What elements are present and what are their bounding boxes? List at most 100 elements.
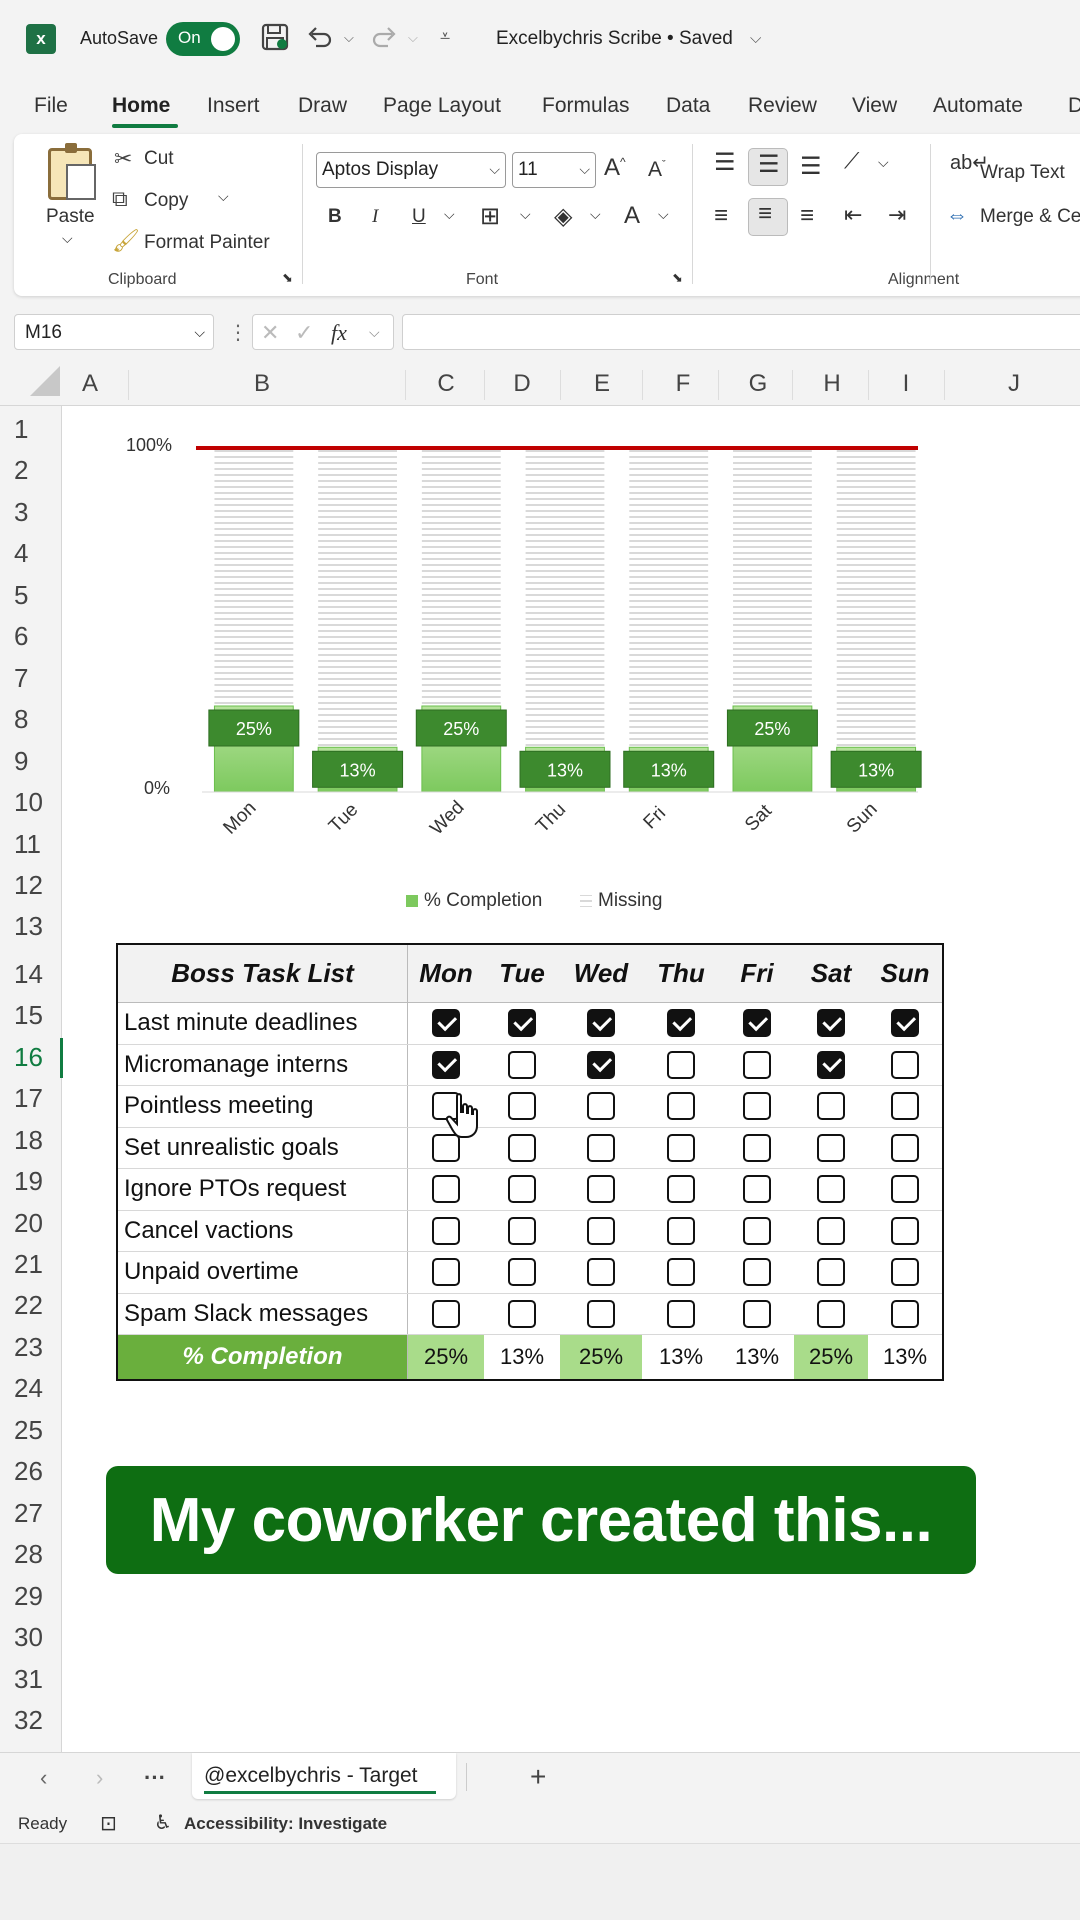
fill-color-chevron-down-icon[interactable]: ⌵ [590,206,601,223]
tab-page-layout[interactable]: Page Layout [383,94,501,118]
unchecked-checkbox[interactable] [891,1050,919,1079]
row-header[interactable]: 6 [0,621,62,652]
unchecked-checkbox[interactable] [432,1216,460,1245]
bold-icon[interactable]: B [328,206,342,228]
checked-checkbox[interactable] [667,1009,695,1038]
underline-chevron-down-icon[interactable]: ⌵ [444,206,455,223]
accessibility-status[interactable]: Accessibility: Investigate [184,1814,387,1834]
row-header[interactable]: 27 [0,1498,62,1529]
increase-indent-icon[interactable]: ⇥ [888,202,906,228]
column-header-j[interactable]: J [1002,370,1026,398]
next-sheet-icon[interactable]: › [96,1765,103,1791]
row-header[interactable]: 21 [0,1249,62,1280]
unchecked-checkbox[interactable] [667,1133,695,1162]
unchecked-checkbox[interactable] [891,1299,919,1328]
align-right-icon[interactable]: ≡ [800,202,814,230]
unchecked-checkbox[interactable] [743,1133,771,1162]
unchecked-checkbox[interactable] [587,1092,615,1121]
unchecked-checkbox[interactable] [508,1133,536,1162]
customize-toolbar-icon[interactable]: ⩡ [440,26,450,47]
column-header-f[interactable]: F [671,370,695,398]
row-header[interactable]: 28 [0,1539,62,1570]
row-header[interactable]: 23 [0,1332,62,1363]
accessibility-icon[interactable]: ♿ [154,1810,172,1835]
unchecked-checkbox[interactable] [743,1175,771,1204]
add-sheet-icon[interactable]: + [530,1761,546,1793]
unchecked-checkbox[interactable] [743,1050,771,1079]
italic-icon[interactable]: I [372,206,378,228]
align-left-icon[interactable]: ≡ [714,202,728,230]
row-header[interactable]: 25 [0,1415,62,1446]
checked-checkbox[interactable] [432,1050,460,1079]
decrease-indent-icon[interactable]: ⇤ [844,202,862,228]
undo-dropdown-chevron-icon[interactable]: ⌵ [344,30,354,46]
document-title[interactable]: Excelbychris Scribe • Saved [496,28,733,50]
unchecked-checkbox[interactable] [508,1050,536,1079]
tab-home[interactable]: Home [112,94,170,118]
unchecked-checkbox[interactable] [743,1258,771,1287]
row-header[interactable]: 18 [0,1125,62,1156]
tab-draw[interactable]: Draw [298,94,347,118]
title-chevron-down-icon[interactable]: ⌵ [750,30,761,47]
cancel-icon[interactable]: ✕ [261,320,279,346]
unchecked-checkbox[interactable] [667,1092,695,1121]
decrease-font-size-icon[interactable]: Aˇ [648,158,666,182]
column-header-g[interactable]: G [746,370,770,398]
column-header-c[interactable]: C [434,370,458,398]
row-header[interactable]: 5 [0,580,62,611]
row-header[interactable]: 12 [0,870,62,901]
row-header[interactable]: 10 [0,787,62,818]
column-header-b[interactable]: B [250,370,274,398]
unchecked-checkbox[interactable] [817,1092,845,1121]
align-bottom-icon[interactable]: ☰ [800,152,822,181]
row-header[interactable]: 19 [0,1166,62,1197]
unchecked-checkbox[interactable] [508,1175,536,1204]
select-all-corner[interactable] [30,366,60,396]
orientation-icon[interactable]: ⟋ [844,148,859,174]
unchecked-checkbox[interactable] [817,1258,845,1287]
tab-review[interactable]: Review [748,94,817,118]
row-header[interactable]: 9 [0,746,62,777]
unchecked-checkbox[interactable] [743,1216,771,1245]
unchecked-checkbox[interactable] [891,1133,919,1162]
unchecked-checkbox[interactable] [817,1299,845,1328]
tab-insert[interactable]: Insert [207,94,260,118]
unchecked-checkbox[interactable] [508,1299,536,1328]
checked-checkbox[interactable] [817,1050,845,1079]
tab-data[interactable]: Data [666,94,710,118]
unchecked-checkbox[interactable] [587,1133,615,1162]
column-header-a[interactable]: A [78,370,102,398]
unchecked-checkbox[interactable] [587,1175,615,1204]
row-header[interactable]: 29 [0,1581,62,1612]
row-header[interactable]: 4 [0,538,62,569]
column-header-e[interactable]: E [590,370,614,398]
macro-recording-icon[interactable]: ⊡ [100,1811,117,1836]
row-header[interactable]: 26 [0,1456,62,1487]
font-color-chevron-down-icon[interactable]: ⌵ [658,206,669,223]
more-options-icon[interactable]: ⋮ [228,320,248,345]
unchecked-checkbox[interactable] [432,1299,460,1328]
checked-checkbox[interactable] [432,1009,460,1038]
copy-chevron-down-icon[interactable]: ⌵ [218,188,229,205]
row-header[interactable]: 1 [0,414,62,445]
column-header-d[interactable]: D [510,370,534,398]
unchecked-checkbox[interactable] [667,1175,695,1204]
tab-overflow[interactable]: D [1068,94,1080,118]
autosave-toggle[interactable]: On [166,22,240,56]
borders-chevron-down-icon[interactable]: ⌵ [520,206,531,223]
row-header[interactable]: 13 [0,911,62,942]
unchecked-checkbox[interactable] [817,1175,845,1204]
row-header[interactable]: 32 [0,1705,62,1736]
row-header[interactable]: 16 [0,1042,62,1073]
paste-chevron-down-icon[interactable]: ⌵ [62,230,73,247]
row-header[interactable]: 31 [0,1664,62,1695]
row-header[interactable]: 8 [0,704,62,735]
unchecked-checkbox[interactable] [508,1216,536,1245]
row-header[interactable]: 7 [0,663,62,694]
clipboard-launcher-icon[interactable]: ⬊ [282,270,293,286]
font-name-dropdown[interactable]: Aptos Display ⌵ [316,152,506,188]
unchecked-checkbox[interactable] [432,1258,460,1287]
unchecked-checkbox[interactable] [667,1050,695,1079]
tab-view[interactable]: View [852,94,897,118]
checked-checkbox[interactable] [587,1050,615,1079]
